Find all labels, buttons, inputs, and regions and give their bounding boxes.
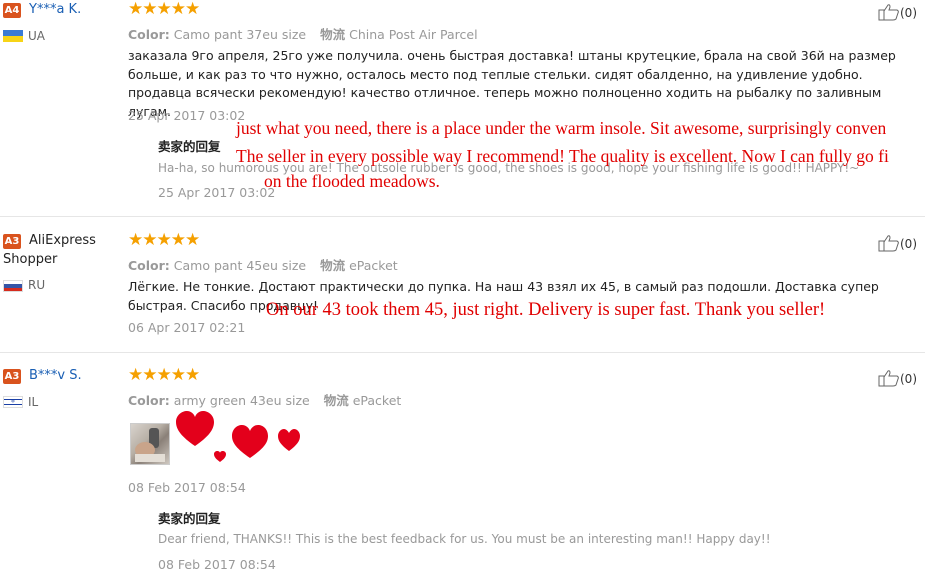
shipping-label: 物流 [320, 258, 346, 273]
shipping-label: 物流 [320, 27, 346, 42]
reviewer-name-line-2[interactable]: Shopper [3, 252, 57, 267]
seller-reply-date: 08 Feb 2017 08:54 [158, 557, 276, 572]
color-value: Camo pant 37eu size [173, 27, 307, 42]
translation-overlay-line-3: on the flooded meadows. [264, 171, 440, 191]
color-label: Color: [128, 27, 170, 42]
helpful-button[interactable]: (0) [878, 3, 917, 21]
ukraine-flag-icon [3, 30, 23, 42]
thumbs-up-icon [878, 370, 899, 387]
review-date: 06 Apr 2017 02:21 [128, 320, 246, 335]
reviewer-country: RU [28, 278, 46, 292]
color-label: Color: [128, 258, 170, 273]
seller-reply-title: 卖家的回复 [158, 511, 221, 526]
review-photo-thumbnail[interactable] [130, 423, 170, 465]
israel-flag-icon: ✡ [3, 396, 23, 408]
shipping-value: ePacket [352, 393, 402, 408]
color-value: army green 43eu size [173, 393, 310, 408]
translation-overlay: On our 43 took them 45, just right. Deli… [266, 300, 826, 320]
helpful-button[interactable]: (0) [878, 234, 917, 252]
like-count: (0) [900, 372, 917, 386]
reviewer-name[interactable]: Y***a K. [29, 2, 81, 17]
user-level-badge: A3 [3, 234, 21, 249]
seller-reply-title: 卖家的回复 [158, 139, 221, 154]
shipping-label: 物流 [323, 393, 349, 408]
seller-reply-text: Dear friend, THANKS!! This is the best f… [158, 532, 771, 546]
shipping-value: China Post Air Parcel [349, 27, 478, 42]
review-date: 25 Apr 2017 03:02 [128, 108, 246, 123]
helpful-button[interactable]: (0) [878, 369, 917, 387]
review-divider [0, 216, 925, 217]
like-count: (0) [900, 237, 917, 251]
translation-overlay-line-1: just what you need, there is a place und… [236, 118, 887, 138]
user-level-badge: A3 [3, 369, 21, 384]
order-info: Color: army green 43eu size 物流 ePacket [128, 390, 401, 409]
order-info: Color: Camo pant 45eu size 物流 ePacket [128, 255, 398, 274]
reviewer-country: IL [28, 395, 39, 409]
seller-reply-date: 25 Apr 2017 03:02 [158, 185, 276, 200]
color-label: Color: [128, 393, 170, 408]
rating-stars: ★★★★★ [128, 230, 200, 250]
reviewer-name[interactable]: B***v S. [29, 368, 82, 383]
reviewer-country: UA [28, 29, 45, 43]
shipping-value: ePacket [349, 258, 398, 273]
color-value: Camo pant 45eu size [173, 258, 307, 273]
rating-stars: ★★★★★ [128, 365, 200, 385]
order-info: Color: Camo pant 37eu size 物流 China Post … [128, 24, 478, 43]
review-text: заказала 9го апреля, 25го уже получила. … [128, 48, 896, 119]
hearts-decoration [176, 411, 300, 462]
reviewer-name-line-1[interactable]: AliExpress [29, 233, 96, 248]
rating-stars: ★★★★★ [128, 0, 200, 19]
thumbs-up-icon [878, 4, 899, 21]
thumbs-up-icon [878, 235, 899, 252]
like-count: (0) [900, 6, 917, 20]
russia-flag-icon [3, 280, 23, 292]
review-date: 08 Feb 2017 08:54 [128, 480, 246, 495]
photo-image [135, 428, 165, 462]
review-divider [0, 352, 925, 353]
translation-overlay-line-2: The seller in every possible way I recom… [236, 146, 889, 166]
user-level-badge: A4 [3, 3, 21, 18]
